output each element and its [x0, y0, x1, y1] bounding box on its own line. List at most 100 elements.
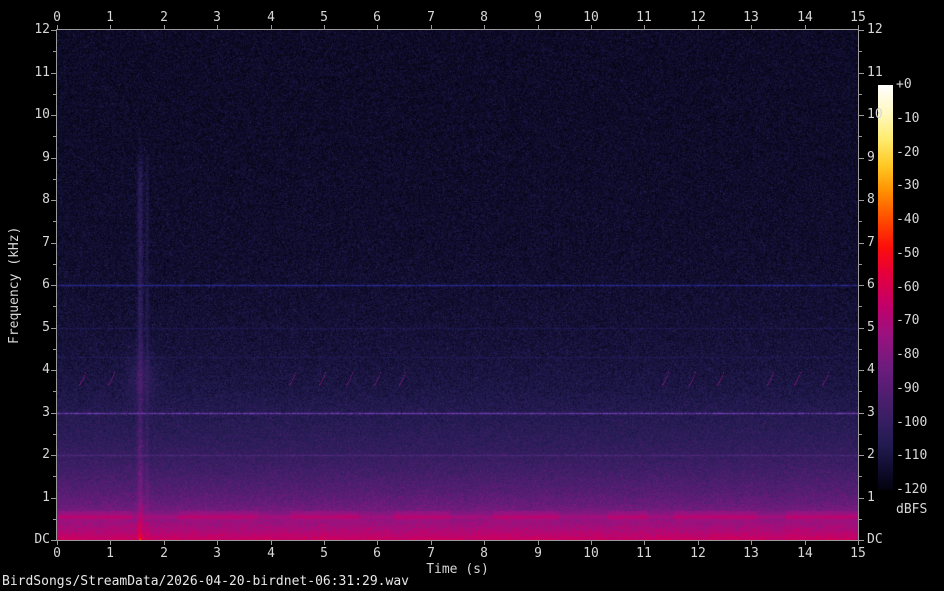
x-axis-tick-label-top: 6: [373, 10, 381, 25]
x-axis-tick-label-bottom: 8: [480, 546, 488, 561]
y-axis-minor-tick-left: [53, 94, 57, 95]
y-axis-tick-label-left: 10: [34, 107, 50, 122]
y-axis-tick-label-left: 4: [42, 362, 50, 377]
y-axis-minor-tick-right: [858, 519, 862, 520]
x-axis-tick-top: [164, 25, 165, 30]
x-axis-tick-bottom: [805, 540, 806, 545]
x-axis-tick-top: [431, 25, 432, 30]
x-axis-tick-bottom: [57, 540, 58, 545]
x-axis-tick-label-bottom: 4: [267, 546, 275, 561]
y-axis-minor-tick-right: [858, 221, 862, 222]
colorbar-tick-label: -30: [896, 178, 920, 194]
x-axis-tick-label-bottom: 3: [213, 546, 221, 561]
y-axis-tick-left: [51, 370, 57, 371]
colorbar-tick-label: -60: [896, 279, 920, 295]
y-axis-tick-label-right: 8: [867, 192, 875, 207]
x-axis-tick-label-bottom: 11: [636, 546, 652, 561]
x-axis-tick-top: [751, 25, 752, 30]
spectrogram-heatmap: [57, 30, 858, 540]
y-axis-minor-tick-left: [53, 391, 57, 392]
y-axis-tick-left: [51, 158, 57, 159]
y-axis-tick-label-right: 3: [867, 405, 875, 420]
x-axis-tick-top: [538, 25, 539, 30]
y-axis-minor-tick-left: [53, 179, 57, 180]
y-axis-tick-right: [858, 540, 864, 541]
y-axis-minor-tick-left: [53, 221, 57, 222]
x-axis-tick-bottom: [698, 540, 699, 545]
colorbar-tick-label: -110: [896, 448, 928, 464]
y-axis-tick-label-left: 8: [42, 192, 50, 207]
y-axis-tick-right: [858, 200, 864, 201]
x-axis-tick-bottom: [538, 540, 539, 545]
colorbar-tick-label: -40: [896, 212, 920, 227]
y-axis-tick-left: [51, 498, 57, 499]
x-axis-tick-top: [377, 25, 378, 30]
y-axis-tick-label-right: 4: [867, 362, 875, 377]
x-axis-tick-bottom: [751, 540, 752, 545]
x-axis-tick-label-bottom: 12: [690, 546, 706, 561]
x-axis-tick-label-bottom: 14: [797, 546, 813, 561]
x-axis-tick-bottom: [377, 540, 378, 545]
colorbar-tick-label: -20: [896, 144, 920, 160]
y-axis-tick-right: [858, 413, 864, 414]
y-axis-tick-label-right: 7: [867, 235, 875, 250]
y-axis-tick-label-left: 11: [34, 65, 50, 80]
y-axis-minor-tick-right: [858, 306, 862, 307]
colorbar-unit-label: dBFS: [896, 502, 928, 517]
colorbar-tick-label: -90: [896, 380, 920, 396]
x-axis-tick-top: [217, 25, 218, 30]
x-axis-tick-bottom: [591, 540, 592, 545]
x-axis-tick-top: [57, 25, 58, 30]
y-axis-minor-tick-right: [858, 264, 862, 265]
x-axis-tick-label-top: 1: [106, 10, 114, 25]
x-axis-tick-top: [698, 25, 699, 30]
y-axis-tick-right: [858, 285, 864, 286]
y-axis-tick-label-right: 2: [867, 447, 875, 462]
y-axis-tick-right: [858, 455, 864, 456]
colorbar-tick-label: +0: [896, 77, 912, 92]
y-axis-tick-left: [51, 73, 57, 74]
y-axis-minor-tick-right: [858, 434, 862, 435]
y-axis-minor-tick-left: [53, 519, 57, 520]
y-axis-tick-right: [858, 115, 864, 116]
y-axis-tick-left: [51, 455, 57, 456]
y-axis-minor-tick-right: [858, 391, 862, 392]
x-axis-tick-label-bottom: 0: [53, 546, 61, 561]
x-axis-tick-label-bottom: 10: [583, 546, 599, 561]
x-axis-tick-label-top: 10: [583, 10, 599, 25]
y-axis-minor-tick-left: [53, 476, 57, 477]
y-axis-tick-right: [858, 328, 864, 329]
y-axis-tick-label-left: 6: [42, 277, 50, 292]
colorbar-tick-label: -50: [896, 245, 920, 261]
y-axis-minor-tick-right: [858, 94, 862, 95]
x-axis-tick-top: [271, 25, 272, 30]
y-axis-minor-tick-right: [858, 179, 862, 180]
x-axis-tick-label-top: 7: [427, 10, 435, 25]
x-axis-tick-bottom: [644, 540, 645, 545]
y-axis-tick-left: [51, 328, 57, 329]
colorbar-gradient: [878, 85, 893, 490]
spectrogram-figure: Frequency (kHz) Time (s) dBFS 0011223344…: [0, 0, 944, 591]
x-axis-tick-top: [591, 25, 592, 30]
x-axis-tick-label-bottom: 9: [534, 546, 542, 561]
y-axis-minor-tick-left: [53, 349, 57, 350]
x-axis-tick-label-top: 11: [636, 10, 652, 25]
y-axis-tick-right: [858, 243, 864, 244]
x-axis-tick-bottom: [164, 540, 165, 545]
y-axis-tick-label-right: 1: [867, 490, 875, 505]
x-axis-tick-bottom: [431, 540, 432, 545]
x-axis-tick-label-top: 5: [320, 10, 328, 25]
x-axis-tick-bottom: [271, 540, 272, 545]
x-axis-tick-label-top: 8: [480, 10, 488, 25]
x-axis-tick-label-bottom: 7: [427, 546, 435, 561]
x-axis-tick-top: [484, 25, 485, 30]
colorbar-tick-label: -10: [896, 110, 920, 126]
y-axis-tick-left: [51, 30, 57, 31]
y-axis-tick-right: [858, 370, 864, 371]
status-bar-file-path: BirdSongs/StreamData/2026-04-20-birdnet-…: [2, 574, 409, 589]
x-axis-tick-label-top: 14: [797, 10, 813, 25]
y-axis-tick-label-left: DC: [34, 532, 50, 547]
x-axis-tick-bottom: [324, 540, 325, 545]
y-axis-minor-tick-left: [53, 264, 57, 265]
y-axis-minor-tick-right: [858, 136, 862, 137]
